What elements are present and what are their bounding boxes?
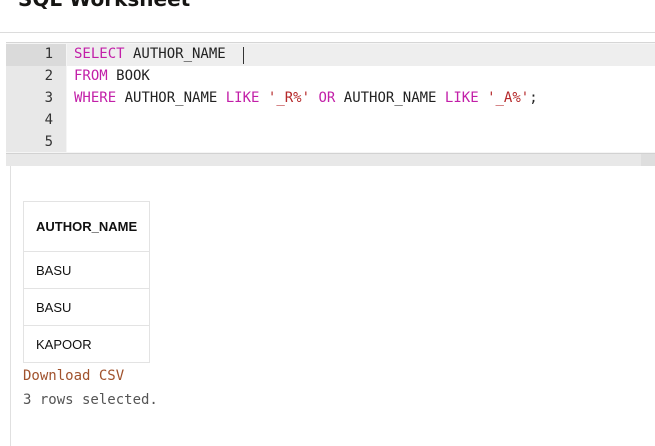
column-header-author-name: AUTHOR_NAME bbox=[22, 201, 151, 252]
text-cursor bbox=[243, 47, 244, 64]
sql-text: BOOK bbox=[107, 68, 150, 84]
code-input[interactable]: SELECT AUTHOR_NAME FROM BOOK WHERE AUTHO… bbox=[67, 44, 655, 152]
download-csv-link[interactable]: Download CSV bbox=[23, 368, 124, 384]
sql-string-literal: '_R%' bbox=[267, 90, 311, 106]
code-line-2[interactable]: FROM BOOK bbox=[74, 68, 150, 84]
table-row: BASU bbox=[22, 251, 151, 289]
table-cell: KAPOOR bbox=[22, 325, 151, 363]
code-line-1[interactable]: SELECT AUTHOR_NAME bbox=[74, 46, 226, 62]
page-title: SQL Worksheet bbox=[18, 0, 190, 11]
sql-text: AUTHOR_NAME bbox=[116, 90, 226, 106]
sql-text: AUTHOR_NAME bbox=[124, 46, 226, 62]
rows-selected-status: 3 rows selected. bbox=[23, 392, 158, 408]
table-row: KAPOOR bbox=[22, 325, 151, 363]
sql-keyword: LIKE bbox=[225, 90, 260, 106]
line-number: 5 bbox=[44, 134, 53, 150]
sql-keyword: OR bbox=[318, 90, 336, 106]
worksheet-header: SQL Worksheet bbox=[0, 0, 655, 33]
results-table: AUTHOR_NAME BASU BASU KAPOOR bbox=[22, 201, 151, 363]
sql-keyword: SELECT bbox=[74, 46, 125, 62]
table-cell: BASU bbox=[22, 251, 151, 289]
sql-keyword: WHERE bbox=[74, 90, 117, 106]
sql-text: ; bbox=[529, 90, 538, 106]
sql-string-literal: '_A%' bbox=[487, 90, 530, 106]
line-number: 1 bbox=[44, 46, 53, 62]
sql-editor[interactable]: 1 2 3 4 5 SELECT AUTHOR_NAME FROM BOOK W… bbox=[6, 42, 655, 166]
table-row: BASU bbox=[22, 288, 151, 326]
sql-keyword: FROM bbox=[74, 68, 108, 84]
line-number: 4 bbox=[44, 112, 53, 128]
scrollbar-end[interactable] bbox=[641, 154, 655, 166]
line-number: 3 bbox=[44, 90, 53, 106]
sql-text: AUTHOR_NAME bbox=[335, 90, 445, 106]
line-number: 2 bbox=[44, 68, 53, 84]
table-header-row: AUTHOR_NAME bbox=[22, 201, 151, 252]
line-number-gutter: 1 2 3 4 5 bbox=[6, 44, 66, 152]
table-cell: BASU bbox=[22, 288, 151, 326]
code-line-3[interactable]: WHERE AUTHOR_NAME LIKE '_R%' OR AUTHOR_N… bbox=[74, 90, 538, 106]
sql-keyword: LIKE bbox=[444, 90, 479, 106]
horizontal-scrollbar[interactable] bbox=[6, 153, 655, 166]
